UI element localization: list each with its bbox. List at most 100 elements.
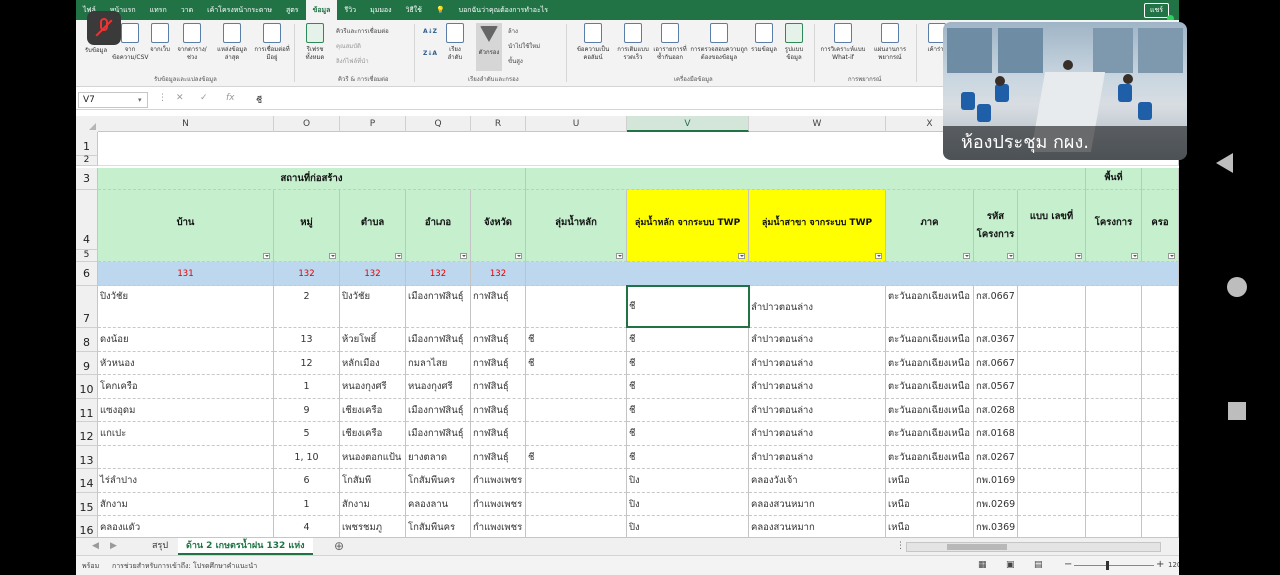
cell-changwat[interactable]: กำแพงเพชร: [471, 516, 526, 537]
cell-empty[interactable]: [1142, 445, 1179, 469]
data-model-button[interactable]: รูปแบบข้อมูล: [780, 23, 808, 62]
tab-review[interactable]: รีวิว: [337, 0, 363, 20]
cell-empty[interactable]: [1142, 492, 1179, 516]
tab-view[interactable]: มุมมอง: [363, 0, 398, 20]
cell-ban[interactable]: ปิงวัชัย: [98, 286, 274, 328]
edit-links-button[interactable]: ลิงก์ไฟล์ที่นำ: [336, 56, 369, 66]
from-web-button[interactable]: จากเว็บ: [148, 23, 172, 54]
cell-empty[interactable]: [1018, 328, 1086, 352]
cell-ban[interactable]: ดงน้อย: [98, 328, 274, 352]
share-button[interactable]: แชร์: [1143, 3, 1169, 18]
cell-region[interactable]: ตะวันออกเฉียงเหนือ: [886, 398, 974, 422]
cell-twp[interactable]: ชี: [627, 398, 749, 422]
row-header[interactable]: 13: [76, 445, 98, 469]
existing-connections-button[interactable]: การเชื่อมต่อที่มีอยู่: [254, 23, 290, 62]
row-header[interactable]: 15: [76, 492, 98, 516]
cell-basin[interactable]: [526, 286, 627, 328]
cell-empty[interactable]: [1086, 351, 1142, 375]
cell-region[interactable]: เหนือ: [886, 469, 974, 493]
cell-mu[interactable]: 9: [274, 398, 340, 422]
column-header-o[interactable]: O: [274, 116, 340, 132]
cell-code[interactable]: กส.0267: [974, 445, 1018, 469]
row-header-4[interactable]: 4: [76, 190, 98, 250]
cell-changwat[interactable]: กาฬสินธุ์: [471, 375, 526, 399]
cell-tambon[interactable]: ปิงวัชัย: [340, 286, 406, 328]
normal-view-icon[interactable]: ▦: [978, 560, 987, 570]
cell-mu[interactable]: 5: [274, 422, 340, 446]
header-cover[interactable]: ครอ: [1142, 190, 1179, 262]
reapply-button[interactable]: นำไปใช้ใหม่: [508, 41, 540, 51]
microphone-muted-icon[interactable]: [87, 11, 121, 45]
filter-dropdown-icon[interactable]: [1168, 253, 1175, 259]
cell-basin[interactable]: ชี: [526, 445, 627, 469]
sheet-tab-summary[interactable]: สรุป: [144, 538, 176, 555]
video-thumbnail[interactable]: ห้องประชุม กผง.: [943, 22, 1187, 160]
cell-empty[interactable]: [1086, 398, 1142, 422]
filter-dropdown-icon[interactable]: [515, 253, 522, 259]
cell-changwat[interactable]: กาฬสินธุ์: [471, 445, 526, 469]
cell-sub[interactable]: คลองสวนหมาก: [749, 516, 886, 537]
row-header[interactable]: 10: [76, 375, 98, 399]
header-mu[interactable]: หมู่: [274, 190, 340, 262]
header-area[interactable]: พื้นที่: [1086, 168, 1142, 190]
cell-empty[interactable]: [1142, 469, 1179, 493]
column-header-n[interactable]: N: [98, 116, 274, 132]
cell-region[interactable]: ตะวันออกเฉียงเหนือ: [886, 286, 974, 328]
header-ban[interactable]: บ้าน: [98, 190, 274, 262]
count-tambon[interactable]: 132: [340, 262, 406, 286]
cell-empty[interactable]: [1142, 422, 1179, 446]
cell-empty[interactable]: [1086, 286, 1142, 328]
add-sheet-icon[interactable]: ⊕: [326, 538, 352, 555]
cell-ban[interactable]: สักงาม: [98, 492, 274, 516]
cell-amphoe[interactable]: หนองกุงศรี: [406, 375, 471, 399]
cell-region[interactable]: ตะวันออกเฉียงเหนือ: [886, 422, 974, 446]
back-icon[interactable]: [1216, 153, 1233, 173]
tab-help[interactable]: วิธีใช้: [399, 0, 429, 20]
tab-formulas[interactable]: สูตร: [279, 0, 306, 20]
filter-dropdown-icon[interactable]: [460, 253, 467, 259]
header-changwat[interactable]: จังหวัด: [471, 190, 526, 262]
cell-empty[interactable]: [1018, 286, 1086, 328]
cell-basin[interactable]: [526, 516, 627, 537]
confirm-icon[interactable]: ✓: [200, 93, 208, 103]
zoom-out-icon[interactable]: −: [1064, 559, 1072, 570]
cell-mu[interactable]: 1: [274, 492, 340, 516]
cell-mu[interactable]: 6: [274, 469, 340, 493]
clear-filter-button[interactable]: ล้าง: [508, 26, 518, 36]
cell-empty[interactable]: [1018, 375, 1086, 399]
header-basin-twp[interactable]: ลุ่มน้ำหลัก จากระบบ TWP: [627, 190, 749, 262]
page-break-icon[interactable]: ▤: [1034, 560, 1043, 570]
cell-mu[interactable]: 1: [274, 375, 340, 399]
from-table-button[interactable]: จากตาราง/ช่วง: [173, 23, 211, 62]
cell-empty[interactable]: [1142, 286, 1179, 328]
forecast-sheet-button[interactable]: แผ่นงานการพยากรณ์: [870, 23, 910, 62]
zoom-level[interactable]: 120%: [1168, 561, 1179, 569]
data-validation-button[interactable]: การตรวจสอบความถูกต้องของข้อมูล: [690, 23, 748, 62]
cell-ban[interactable]: แซงอุดม: [98, 398, 274, 422]
cell-twp[interactable]: ชี: [627, 445, 749, 469]
row-header[interactable]: 8: [76, 328, 98, 352]
cell-empty[interactable]: [1086, 469, 1142, 493]
cell-empty[interactable]: [1018, 422, 1086, 446]
row-header-6[interactable]: 6: [76, 262, 98, 286]
page-layout-icon[interactable]: ▣: [1006, 560, 1015, 570]
cell-ban[interactable]: หัวหนอง: [98, 351, 274, 375]
sort-az-icon[interactable]: A↓Z: [423, 28, 437, 35]
cell-basin[interactable]: [526, 398, 627, 422]
cell-tambon[interactable]: เชียงเครือ: [340, 398, 406, 422]
sheet-tab-active[interactable]: ด้าน 2 เกษตรน้ำฝน 132 แห่ง: [178, 538, 313, 555]
cell-region[interactable]: ตะวันออกเฉียงเหนือ: [886, 375, 974, 399]
filter-dropdown-icon[interactable]: [963, 253, 970, 259]
header-project-code[interactable]: รหัส โครงการ: [974, 190, 1018, 262]
cell-region[interactable]: เหนือ: [886, 516, 974, 537]
row-header[interactable]: 14: [76, 469, 98, 493]
cell-basin[interactable]: [526, 375, 627, 399]
recent-apps-icon[interactable]: [1228, 402, 1246, 420]
cell-tambon[interactable]: หลักเมือง: [340, 351, 406, 375]
chevron-down-icon[interactable]: ▾: [138, 92, 142, 108]
cell-twp[interactable]: ปิง: [627, 469, 749, 493]
cell-ban[interactable]: โคกเครือ: [98, 375, 274, 399]
cell-changwat[interactable]: กาฬสินธุ์: [471, 422, 526, 446]
count-changwat[interactable]: 132: [471, 262, 526, 286]
cell-ban[interactable]: [98, 445, 274, 469]
